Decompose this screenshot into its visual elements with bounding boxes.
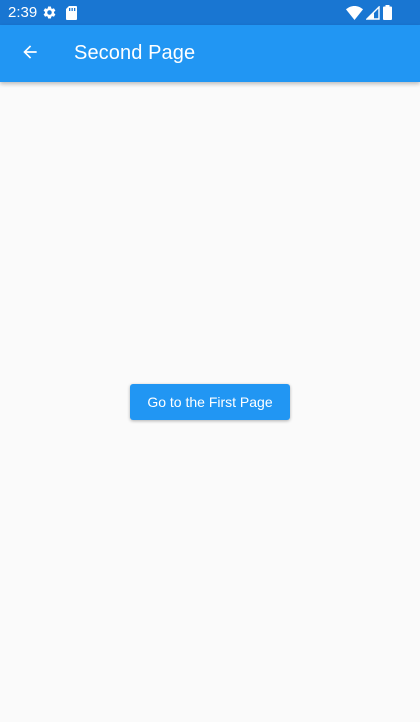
page-title: Second Page: [74, 42, 196, 64]
sd-card-icon: [66, 5, 77, 20]
app-bar: Second Page: [0, 25, 420, 82]
app-screen: 2:39 Second Page Go to the First Page: [0, 0, 420, 722]
settings-icon: [43, 6, 56, 19]
page-body: Go to the First Page: [0, 82, 420, 722]
status-right-icons: [343, 5, 392, 20]
arrow-back-icon: [23, 45, 37, 59]
go-to-first-page-button[interactable]: Go to the First Page: [130, 384, 290, 420]
battery-icon: [383, 5, 392, 20]
status-bar: 2:39: [0, 0, 420, 25]
status-time: 2:39: [8, 4, 38, 21]
status-left-icons: [42, 5, 86, 20]
signal-icon: [366, 5, 380, 20]
wifi-icon: [346, 5, 363, 20]
back-button[interactable]: [8, 30, 52, 74]
